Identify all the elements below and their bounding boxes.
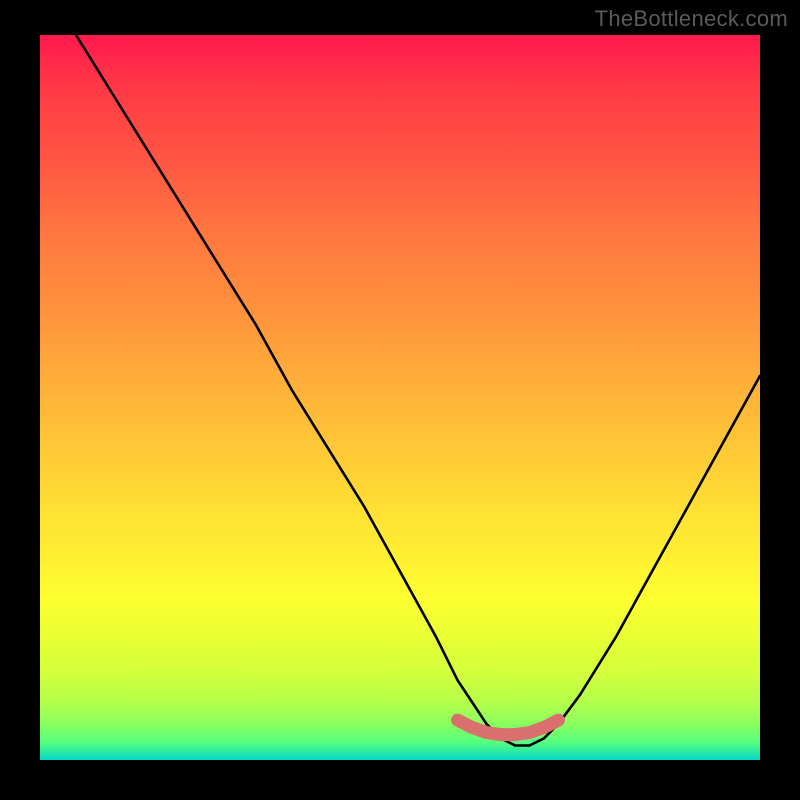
bottleneck-chart: TheBottleneck.com (0, 0, 800, 800)
watermark-text: TheBottleneck.com (595, 6, 788, 32)
bottleneck-curve-line (76, 35, 760, 746)
chart-lines-layer (40, 35, 760, 760)
chart-gradient-background (40, 35, 760, 760)
target-zone-line (458, 720, 559, 735)
